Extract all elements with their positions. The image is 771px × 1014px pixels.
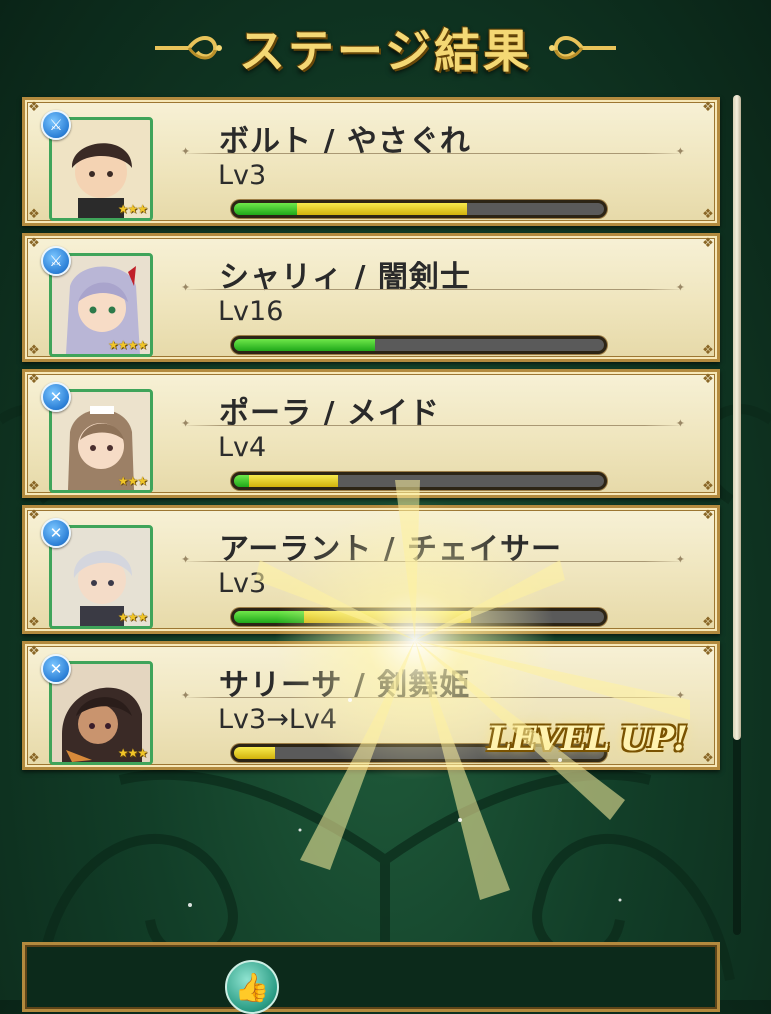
corner-ornament-icon: ❖ bbox=[28, 479, 40, 494]
corner-ornament-icon: ❖ bbox=[28, 615, 40, 630]
corner-ornament-icon: ❖ bbox=[28, 372, 40, 387]
flourish-right-icon bbox=[549, 35, 617, 59]
corner-ornament-icon: ❖ bbox=[702, 100, 714, 115]
level-up-badge: LEVEL UP! bbox=[487, 719, 688, 759]
corner-ornament-icon: ❖ bbox=[28, 508, 40, 523]
exp-bar-current bbox=[234, 475, 249, 487]
crossed-swords-icon: ✕ bbox=[41, 654, 71, 684]
corner-ornament-icon: ❖ bbox=[28, 751, 40, 766]
character-level: Lv4 bbox=[218, 432, 267, 463]
exp-bar-gain bbox=[304, 611, 471, 623]
corner-ornament-icon: ❖ bbox=[702, 615, 714, 630]
character-card[interactable]: ❖ ❖ ❖ ❖ ★★★ ⚔ ボルト / やさぐれ Lv3 bbox=[22, 97, 720, 226]
exp-bar-current bbox=[234, 339, 375, 351]
character-card[interactable]: ❖ ❖ ❖ ❖ ★★★ ✕ アーラント / チェイサー Lv3 bbox=[22, 505, 720, 634]
divider bbox=[181, 281, 685, 294]
scrollbar[interactable] bbox=[733, 95, 741, 935]
character-level: Lv3→Lv4 bbox=[218, 704, 338, 735]
character-level: Lv16 bbox=[218, 296, 284, 327]
thumbs-up-icon[interactable]: 👍 bbox=[225, 960, 279, 1014]
character-level: Lv3 bbox=[218, 568, 267, 599]
exp-bar bbox=[231, 608, 607, 626]
sword-icon: ⚔ bbox=[41, 246, 71, 276]
exp-bar bbox=[231, 472, 607, 490]
corner-ornament-icon: ❖ bbox=[702, 479, 714, 494]
character-card[interactable]: ❖ ❖ ❖ ❖ ★★★ ✕ サリーサ / 剣舞姫 Lv3→Lv4 LEVEL U… bbox=[22, 641, 720, 770]
header: ステージ結果 bbox=[0, 0, 771, 95]
rarity-stars: ★★★ bbox=[117, 746, 148, 760]
result-list: ❖ ❖ ❖ ❖ ★★★ ⚔ ボルト / やさぐれ Lv3 ❖ ❖ ❖ ❖ bbox=[22, 97, 720, 777]
page-title: ステージ結果 bbox=[238, 23, 533, 78]
corner-ornament-icon: ❖ bbox=[28, 207, 40, 222]
corner-ornament-icon: ❖ bbox=[28, 100, 40, 115]
exp-bar-gain bbox=[296, 203, 468, 215]
character-card[interactable]: ❖ ❖ ❖ ❖ ★★★★ ⚔ シャリィ / 闇剣士 Lv16 bbox=[22, 233, 720, 362]
divider bbox=[181, 553, 685, 566]
corner-ornament-icon: ❖ bbox=[702, 236, 714, 251]
corner-ornament-icon: ❖ bbox=[702, 751, 714, 766]
crossed-swords-icon: ✕ bbox=[41, 382, 71, 412]
exp-bar bbox=[231, 200, 607, 218]
scrollbar-thumb[interactable] bbox=[733, 95, 741, 740]
corner-ornament-icon: ❖ bbox=[702, 207, 714, 222]
rarity-stars: ★★★ bbox=[117, 474, 148, 488]
exp-bar-current bbox=[234, 203, 297, 215]
exp-bar bbox=[231, 336, 607, 354]
corner-ornament-icon: ❖ bbox=[28, 343, 40, 358]
rarity-stars: ★★★ bbox=[117, 202, 148, 216]
exp-bar-current bbox=[234, 611, 305, 623]
divider bbox=[181, 417, 685, 430]
divider bbox=[181, 689, 685, 702]
bottom-panel: 👍 bbox=[22, 942, 720, 1014]
corner-ornament-icon: ❖ bbox=[28, 236, 40, 251]
rarity-stars: ★★★★ bbox=[107, 338, 148, 352]
exp-bar-gain bbox=[248, 475, 338, 487]
character-card[interactable]: ❖ ❖ ❖ ❖ ★★★ ✕ ポーラ / メイド Lv4 bbox=[22, 369, 720, 498]
flourish-left-icon bbox=[154, 35, 222, 59]
rarity-stars: ★★★ bbox=[117, 610, 148, 624]
corner-ornament-icon: ❖ bbox=[702, 508, 714, 523]
sword-icon: ⚔ bbox=[41, 110, 71, 140]
corner-ornament-icon: ❖ bbox=[28, 644, 40, 659]
character-level: Lv3 bbox=[218, 160, 267, 191]
corner-ornament-icon: ❖ bbox=[702, 372, 714, 387]
divider bbox=[181, 145, 685, 158]
crossed-swords-icon: ✕ bbox=[41, 518, 71, 548]
exp-bar-gain bbox=[234, 747, 275, 759]
corner-ornament-icon: ❖ bbox=[702, 644, 714, 659]
corner-ornament-icon: ❖ bbox=[702, 343, 714, 358]
